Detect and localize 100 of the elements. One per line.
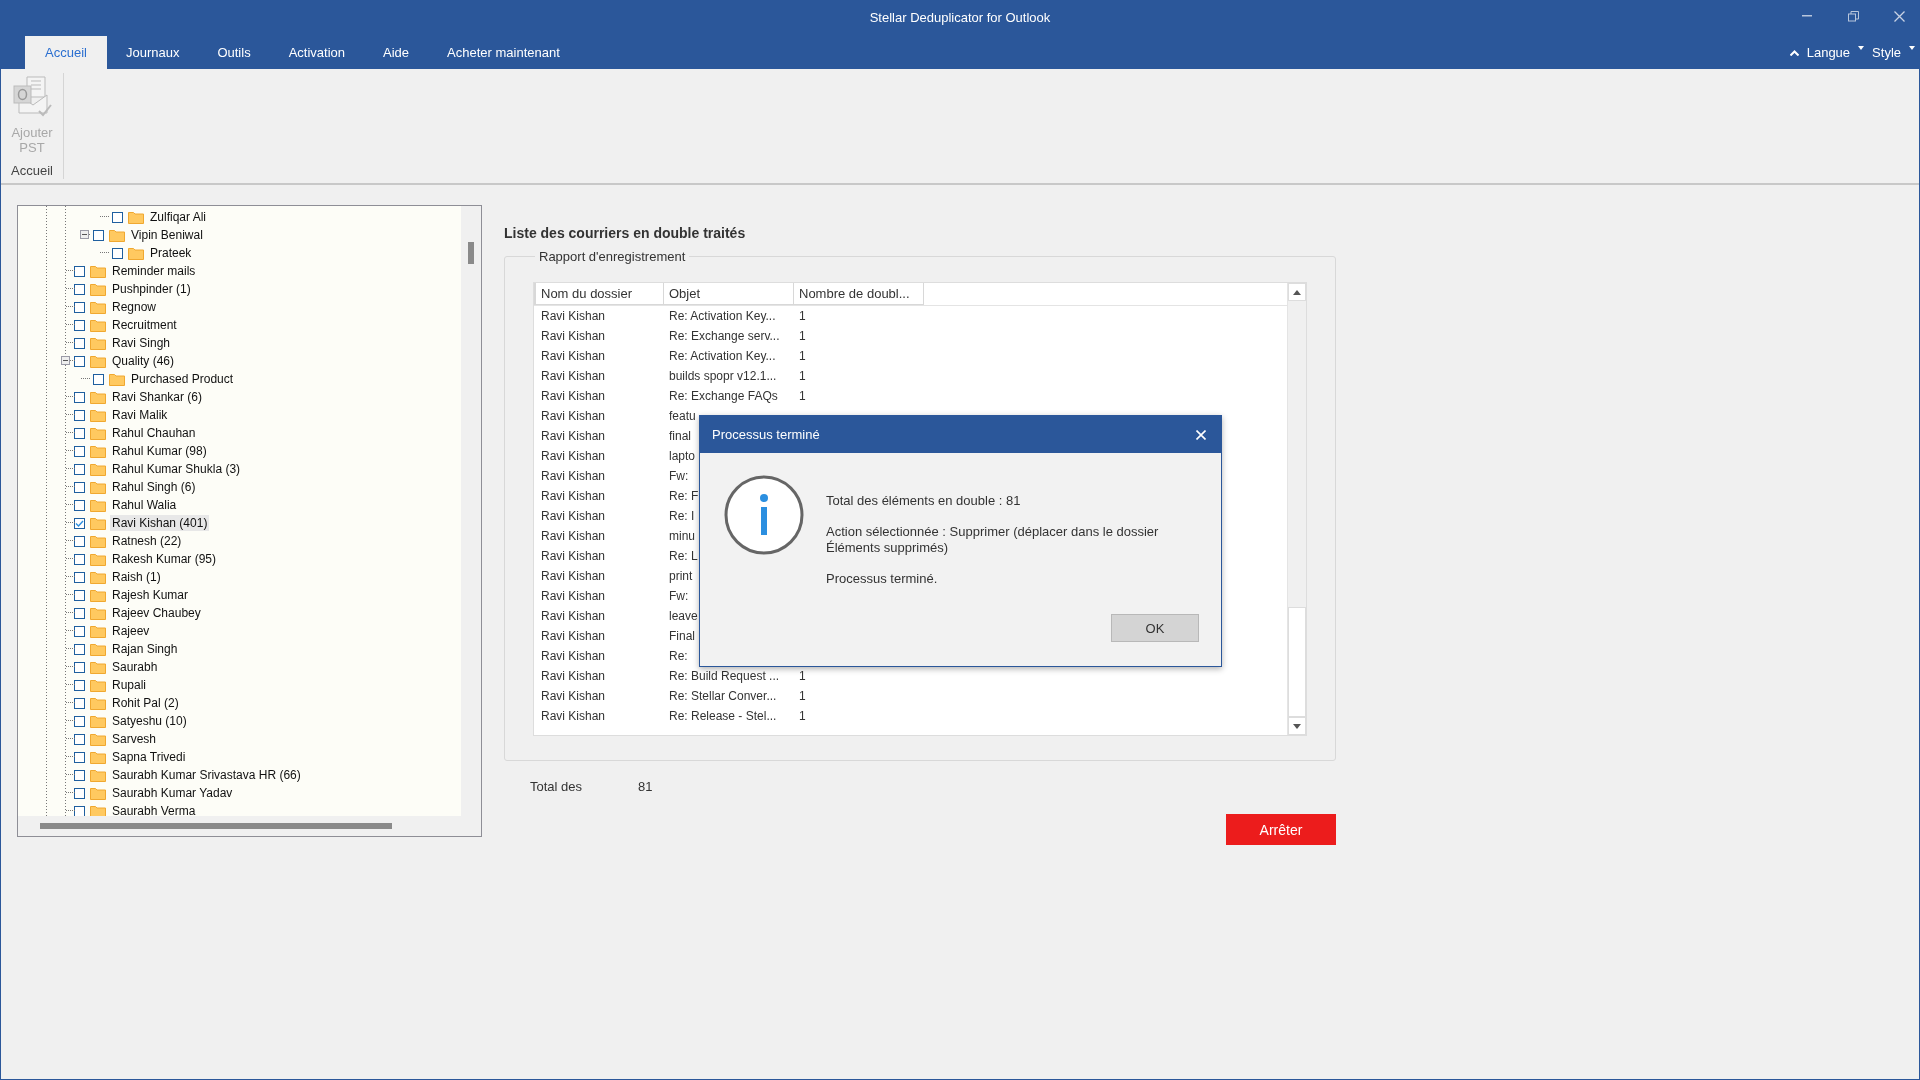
folder-label[interactable]: Ravi Kishan (401) xyxy=(110,515,210,531)
column-header[interactable]: Nombre de doubl... xyxy=(794,283,924,305)
folder-label[interactable]: Ravi Malik xyxy=(110,407,170,423)
tree-checkbox[interactable] xyxy=(74,283,85,295)
folder-label[interactable]: Pushpinder (1) xyxy=(110,281,193,297)
scroll-down-button[interactable] xyxy=(1288,717,1306,735)
tree-checkbox[interactable] xyxy=(74,643,85,655)
scroll-up-button[interactable] xyxy=(1288,283,1306,301)
menu-dropdown[interactable]: Langue xyxy=(1802,45,1855,60)
folder-label[interactable]: Vipin Beniwal xyxy=(129,227,205,243)
column-header[interactable]: Nom du dossier xyxy=(534,283,664,305)
folder-label[interactable]: Regnow xyxy=(110,299,159,315)
folder-label[interactable]: Ravi Shankar (6) xyxy=(110,389,205,405)
scrollbar-thumb[interactable] xyxy=(468,242,474,264)
scrollbar-thumb[interactable] xyxy=(40,823,392,829)
tree-checkbox[interactable] xyxy=(74,715,85,727)
folder-label[interactable]: Raish (1) xyxy=(110,569,163,585)
folder-label[interactable]: Purchased Product xyxy=(129,371,236,387)
tree-checkbox[interactable] xyxy=(74,553,85,565)
table-cell: Ravi Kishan xyxy=(541,349,606,363)
menu-dropdown[interactable]: Style xyxy=(1868,45,1905,60)
tree-checkbox[interactable] xyxy=(74,661,85,673)
tree-checkbox[interactable] xyxy=(112,247,123,259)
tree-checkbox[interactable] xyxy=(74,427,85,439)
folder-label[interactable]: Sapna Trivedi xyxy=(110,749,188,765)
table-cell: 1 xyxy=(799,389,806,403)
folder-label[interactable]: Reminder mails xyxy=(110,263,198,279)
tree-checkbox[interactable] xyxy=(74,769,85,781)
menu-tab[interactable]: Acheter maintenant xyxy=(428,36,579,69)
folder-label[interactable]: Rupali xyxy=(110,677,149,693)
tree-checkbox[interactable] xyxy=(74,517,85,529)
tree-checkbox[interactable] xyxy=(74,751,85,763)
tree-checkbox[interactable] xyxy=(74,301,85,313)
tree-checkbox[interactable] xyxy=(74,337,85,349)
collapse-toggle[interactable] xyxy=(61,356,70,365)
folder-label[interactable]: Rahul Singh (6) xyxy=(110,479,198,495)
menu-tab[interactable]: Accueil xyxy=(25,36,107,69)
menu-tab[interactable]: Journaux xyxy=(106,36,199,69)
tree-checkbox[interactable] xyxy=(74,409,85,421)
tree-checkbox[interactable] xyxy=(74,589,85,601)
close-icon xyxy=(1196,429,1206,440)
folder-label[interactable]: Rahul Chauhan xyxy=(110,425,198,441)
caret-down-icon xyxy=(1293,723,1301,729)
tree-checkbox[interactable] xyxy=(74,607,85,619)
folder-label[interactable]: Rahul Kumar Shukla (3) xyxy=(110,461,243,477)
folder-icon xyxy=(90,444,106,458)
menu-tab[interactable]: Outils xyxy=(198,36,270,69)
folder-label[interactable]: Saurabh xyxy=(110,659,160,675)
tree-checkbox[interactable] xyxy=(74,625,85,637)
table-cell: Re: Activation Key... xyxy=(669,349,776,363)
stop-button[interactable]: Arrêter xyxy=(1226,814,1336,845)
folder-label[interactable]: Satyeshu (10) xyxy=(110,713,189,729)
folder-label[interactable]: Rakesh Kumar (95) xyxy=(110,551,219,567)
tree-checkbox[interactable] xyxy=(93,229,104,241)
tree-checkbox[interactable] xyxy=(74,499,85,511)
folder-label[interactable]: Rajeev Chaubey xyxy=(110,605,203,621)
folder-icon xyxy=(90,732,106,746)
collapse-toggle[interactable] xyxy=(80,230,89,239)
menu-tab[interactable]: Activation xyxy=(269,36,364,69)
tree-checkbox[interactable] xyxy=(74,265,85,277)
tree-checkbox[interactable] xyxy=(74,391,85,403)
menu-tab[interactable]: Aide xyxy=(364,36,429,69)
column-header[interactable]: Objet xyxy=(664,283,794,305)
total-label: Total des xyxy=(530,779,583,794)
folder-label[interactable]: Quality (46) xyxy=(110,353,177,369)
tree-checkbox[interactable] xyxy=(74,787,85,799)
folder-label[interactable]: Rajesh Kumar xyxy=(110,587,191,603)
tree-checkbox[interactable] xyxy=(74,733,85,745)
folder-label[interactable]: Recruitment xyxy=(110,317,179,333)
table-cell: 1 xyxy=(799,369,806,383)
folder-label[interactable]: Rajan Singh xyxy=(110,641,180,657)
folder-label[interactable]: Zulfiqar Ali xyxy=(148,209,209,225)
folder-label[interactable]: Prateek xyxy=(148,245,194,261)
table-cell: 1 xyxy=(799,349,806,363)
folder-label[interactable]: Rahul Walia xyxy=(110,497,179,513)
tree-checkbox[interactable] xyxy=(74,535,85,547)
folder-label[interactable]: Rohit Pal (2) xyxy=(110,695,181,711)
tree-checkbox[interactable] xyxy=(74,697,85,709)
table-cell: Ravi Kishan xyxy=(541,389,606,403)
tree-checkbox[interactable] xyxy=(74,463,85,475)
folder-label[interactable]: Rajeev xyxy=(110,623,152,639)
folder-label[interactable]: Saurabh Verma xyxy=(110,803,198,816)
tree-checkbox[interactable] xyxy=(74,355,85,367)
tree-checkbox[interactable] xyxy=(93,373,104,385)
folder-label[interactable]: Saurabh Kumar Yadav xyxy=(110,785,235,801)
scrollbar-thumb[interactable] xyxy=(1288,607,1306,717)
folder-label[interactable]: Ratnesh (22) xyxy=(110,533,184,549)
tree-checkbox[interactable] xyxy=(74,571,85,583)
tree-checkbox[interactable] xyxy=(74,481,85,493)
folder-label[interactable]: Rahul Kumar (98) xyxy=(110,443,209,459)
tree-checkbox[interactable] xyxy=(74,445,85,457)
folder-label[interactable]: Ravi Singh xyxy=(110,335,173,351)
tree-checkbox[interactable] xyxy=(74,679,85,691)
table-cell: Re: Exchange FAQs xyxy=(669,389,778,403)
folder-label[interactable]: Sarvesh xyxy=(110,731,159,747)
tree-checkbox[interactable] xyxy=(112,211,123,223)
tree-checkbox[interactable] xyxy=(74,319,85,331)
ok-button[interactable]: OK xyxy=(1111,614,1199,642)
tree-checkbox[interactable] xyxy=(74,805,85,816)
folder-label[interactable]: Saurabh Kumar Srivastava HR (66) xyxy=(110,767,303,783)
